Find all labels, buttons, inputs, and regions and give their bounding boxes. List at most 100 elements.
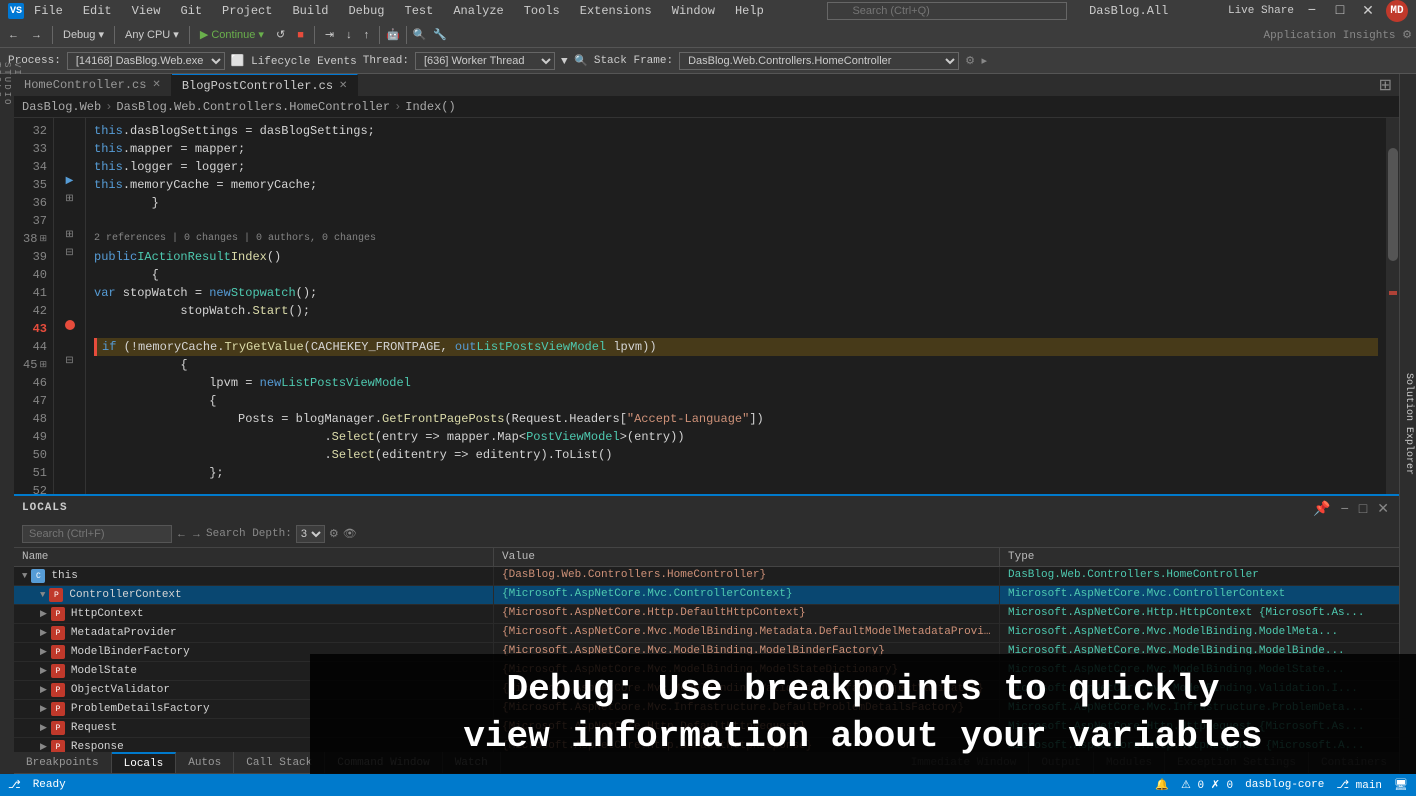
menu-window[interactable]: Window	[668, 2, 719, 20]
breadcrumb-method[interactable]: Index()	[405, 100, 455, 114]
status-bar: ⎇ Ready 🔔 ⚠ 0 ✗ 0 dasblog-core ⎇ main 🖥	[0, 774, 1416, 796]
controllercontext-expand-icon[interactable]: ▼	[40, 590, 45, 600]
search-prev-btn[interactable]: ←	[176, 528, 187, 540]
search-depth-select[interactable]: 31245	[296, 525, 325, 543]
user-avatar[interactable]: MD	[1386, 0, 1408, 22]
modelstate-name: ModelState	[71, 665, 137, 677]
menu-analyze[interactable]: Analyze	[449, 2, 507, 20]
objectvalidator-name: ObjectValidator	[71, 684, 170, 696]
global-search-input[interactable]	[827, 2, 1067, 20]
menu-debug[interactable]: Debug	[344, 2, 388, 20]
value-column-header: Value	[494, 548, 1000, 566]
scroll-thumb[interactable]	[1388, 148, 1398, 261]
menu-build[interactable]: Build	[288, 2, 332, 20]
back-btn[interactable]: ←	[4, 25, 23, 45]
panel-minimize-btn[interactable]: −	[1338, 500, 1352, 516]
debug-dropdown-btn[interactable]: Debug ▾	[59, 25, 108, 45]
line-numbers: 32 33 34 35 36 37 38 ⊞ 39 40 41 42 43 44…	[14, 118, 54, 494]
menu-extensions[interactable]: Extensions	[576, 2, 656, 20]
locals-search-input[interactable]	[22, 525, 172, 543]
ai-tools: 🤖	[386, 28, 400, 42]
menu-view[interactable]: View	[128, 2, 165, 20]
request-expand-icon[interactable]: ▶	[40, 723, 47, 733]
add-watch-btn[interactable]: 👁	[343, 527, 357, 540]
cpu-dropdown-btn[interactable]: Any CPU ▾	[121, 25, 183, 45]
controllercontext-value: {Microsoft.AspNetCore.Mvc.ControllerCont…	[494, 586, 1000, 604]
var-row-metadataprovider[interactable]: ▶ P MetadataProvider {Microsoft.AspNetCo…	[14, 624, 1400, 643]
step-out-btn[interactable]: ↑	[360, 25, 374, 45]
continue-btn[interactable]: ▶ Continue ▾	[196, 25, 268, 45]
this-type: DasBlog.Web.Controllers.HomeController	[1000, 567, 1400, 585]
menu-help[interactable]: Help	[731, 2, 768, 20]
breadcrumb-class[interactable]: DasBlog.Web.Controllers.HomeController	[116, 100, 390, 114]
tab-locals[interactable]: Locals	[112, 752, 177, 773]
modelbinderfactory-icon: P	[51, 645, 65, 659]
problemdetailsfactory-expand-icon[interactable]: ▶	[40, 704, 47, 714]
panel-pin-btn[interactable]: 📌	[1310, 500, 1333, 517]
notification-icon[interactable]: 🔔	[1155, 778, 1169, 792]
code-line-32: this.dasBlogSettings = dasBlogSettings;	[94, 122, 1378, 140]
httpcontext-name: HttpContext	[71, 608, 144, 620]
step-into-btn[interactable]: ↓	[342, 25, 356, 45]
code-line-34: this.logger = logger;	[94, 158, 1378, 176]
forward-btn[interactable]: →	[27, 25, 46, 45]
menu-project[interactable]: Project	[218, 2, 276, 20]
menu-tools[interactable]: Tools	[520, 2, 564, 20]
this-expand-icon[interactable]: ▼	[22, 571, 27, 581]
stack-settings[interactable]: ⚙ ▸	[965, 54, 987, 68]
objectvalidator-expand-icon[interactable]: ▶	[40, 685, 47, 695]
var-row-controllercontext[interactable]: ▼ P ControllerContext {Microsoft.AspNetC…	[14, 586, 1400, 605]
stack-dropdown[interactable]: DasBlog.Web.Controllers.HomeController	[679, 52, 959, 70]
tab-homecontroller[interactable]: HomeController.cs ✕	[14, 74, 172, 96]
panel-maximize-btn[interactable]: □	[1356, 500, 1370, 516]
var-row-httpcontext[interactable]: ▶ P HttpContext {Microsoft.AspNetCore.Ht…	[14, 605, 1400, 624]
minimize-btn[interactable]: −	[1302, 4, 1322, 18]
tab-blogpostcontroller-close[interactable]: ✕	[339, 80, 347, 92]
tab-blogpostcontroller[interactable]: BlogPostController.cs ✕	[172, 74, 359, 96]
metadataprovider-expand-icon[interactable]: ▶	[40, 628, 47, 638]
httpcontext-value: {Microsoft.AspNetCore.Http.DefaultHttpCo…	[494, 605, 1000, 623]
error-indicator	[1389, 291, 1397, 295]
tab-split-btn[interactable]: ⊞	[1371, 74, 1400, 96]
tab-homecontroller-close[interactable]: ✕	[152, 79, 160, 91]
status-right: 🔔 ⚠ 0 ✗ 0 dasblog-core ⎇ main 🖥	[1155, 778, 1408, 792]
controllercontext-icon: P	[49, 588, 63, 602]
menu-edit[interactable]: Edit	[79, 2, 116, 20]
objectvalidator-icon: P	[51, 683, 65, 697]
search-next-btn[interactable]: →	[191, 528, 202, 540]
menu-file[interactable]: File	[30, 2, 67, 20]
panel-close-btn[interactable]: ✕	[1374, 500, 1392, 517]
maximize-btn[interactable]: □	[1330, 4, 1350, 18]
title-center: DasBlog.All	[827, 2, 1168, 20]
encoding: dasblog-core	[1245, 779, 1324, 791]
editor-scrollbar[interactable]	[1386, 118, 1400, 494]
controllercontext-name: ControllerContext	[69, 589, 181, 601]
tab-autos[interactable]: Autos	[176, 752, 234, 773]
modelbinderfactory-expand-icon[interactable]: ▶	[40, 647, 47, 657]
tab-homecontroller-label: HomeController.cs	[24, 78, 146, 92]
panel-header: Locals 📌 − □ ✕	[14, 496, 1400, 520]
debug-overlay-line2: view information about your variables	[463, 716, 1262, 757]
live-share-btn[interactable]: Live Share	[1228, 5, 1294, 17]
breadcrumb-project[interactable]: DasBlog.Web	[22, 100, 101, 114]
httpcontext-expand-icon[interactable]: ▶	[40, 609, 47, 619]
var-row-this[interactable]: ▼ C this {DasBlog.Web.Controllers.HomeCo…	[14, 567, 1400, 586]
code-line-43: if (!memoryCache.TryGetValue(CACHEKEY_FR…	[94, 338, 1378, 356]
response-expand-icon[interactable]: ▶	[40, 742, 47, 752]
modelstate-expand-icon[interactable]: ▶	[40, 666, 47, 676]
metadataprovider-name: MetadataProvider	[71, 627, 177, 639]
controllercontext-type: Microsoft.AspNetCore.Mvc.ControllerConte…	[1000, 586, 1400, 604]
refresh-btn[interactable]: ↺	[272, 25, 289, 45]
code-content[interactable]: this.dasBlogSettings = dasBlogSettings; …	[86, 118, 1386, 494]
search-settings-btn[interactable]: ⚙	[329, 527, 339, 540]
close-btn[interactable]: ✕	[1358, 4, 1378, 18]
menu-git[interactable]: Git	[176, 2, 206, 20]
git-icon: ⎇	[8, 778, 21, 792]
thread-dropdown[interactable]: [636] Worker Thread	[415, 52, 555, 70]
step-over-btn[interactable]: ⇥	[321, 25, 338, 45]
tab-breakpoints[interactable]: Breakpoints	[14, 752, 112, 773]
menu-test[interactable]: Test	[401, 2, 438, 20]
process-dropdown[interactable]: [14168] DasBlog.Web.exe	[67, 52, 225, 70]
stop-btn[interactable]: ■	[293, 25, 308, 45]
search-depth-label: Search Depth:	[206, 528, 292, 540]
